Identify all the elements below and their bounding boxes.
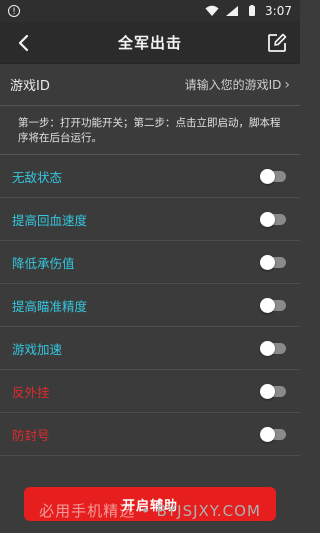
chevron-right-icon: › xyxy=(284,76,290,93)
feature-label: 游戏加速 xyxy=(12,341,63,357)
feature-toggle[interactable] xyxy=(260,211,286,227)
instructions-text: 第一步：打开功能开关；第二步：点击立即启动，脚本程序将在后台运行。 xyxy=(0,106,300,155)
battery-icon xyxy=(249,5,256,16)
page-title: 全军出击 xyxy=(117,34,182,52)
game-id-input-wrap: › xyxy=(141,77,290,93)
feature-toggle[interactable] xyxy=(260,340,286,356)
feature-label: 无敌状态 xyxy=(12,169,63,185)
feature-toggle[interactable] xyxy=(260,297,286,313)
feature-label: 提高瞄准精度 xyxy=(12,298,88,314)
feature-toggle[interactable] xyxy=(260,383,286,399)
feature-toggle[interactable] xyxy=(260,168,286,184)
toggle-knob xyxy=(260,168,275,184)
feature-label: 降低承伤值 xyxy=(12,255,75,271)
status-right: 3:07 xyxy=(205,4,292,18)
back-button[interactable] xyxy=(12,32,34,54)
status-left: ! xyxy=(8,5,20,17)
feature-label: 反外挂 xyxy=(12,384,50,400)
status-bar: ! 3:07 xyxy=(0,0,300,22)
back-arrow-icon xyxy=(18,34,29,51)
feature-toggle[interactable] xyxy=(260,254,286,270)
start-assist-button[interactable]: 开启辅助 xyxy=(24,487,276,521)
feature-row[interactable]: 提高回血速度 xyxy=(0,198,300,241)
feature-row[interactable]: 降低承伤值 xyxy=(0,241,300,284)
game-id-label: 游戏ID xyxy=(10,79,50,94)
signal-icon xyxy=(226,6,239,16)
toggle-knob xyxy=(260,297,275,313)
top-app-bar: 全军出击 xyxy=(0,22,300,64)
game-id-row[interactable]: 游戏ID › xyxy=(0,64,300,106)
feature-row[interactable]: 提高瞄准精度 xyxy=(0,284,300,327)
feature-label: 提高回血速度 xyxy=(12,212,88,228)
wifi-icon xyxy=(205,5,219,16)
edit-button[interactable] xyxy=(266,32,288,54)
alert-icon: ! xyxy=(8,5,20,17)
feature-row[interactable]: 无敌状态 xyxy=(0,155,300,198)
feature-row[interactable]: 防封号 xyxy=(0,413,300,456)
feature-row[interactable]: 游戏加速 xyxy=(0,327,300,370)
feature-label: 防封号 xyxy=(12,427,50,443)
feature-row[interactable]: 反外挂 xyxy=(0,370,300,413)
toggle-knob xyxy=(260,211,275,227)
toggle-knob xyxy=(260,254,275,270)
feature-list: 无敌状态 提高回血速度 降低承伤值 提高瞄准精度 游戏加速 反外挂 防封号 xyxy=(0,155,300,456)
toggle-knob xyxy=(260,340,275,356)
status-time: 3:07 xyxy=(265,4,292,18)
edit-icon xyxy=(268,33,287,52)
game-id-input[interactable] xyxy=(141,77,282,92)
toggle-knob xyxy=(260,426,275,442)
toggle-knob xyxy=(260,383,275,399)
feature-toggle[interactable] xyxy=(260,426,286,442)
